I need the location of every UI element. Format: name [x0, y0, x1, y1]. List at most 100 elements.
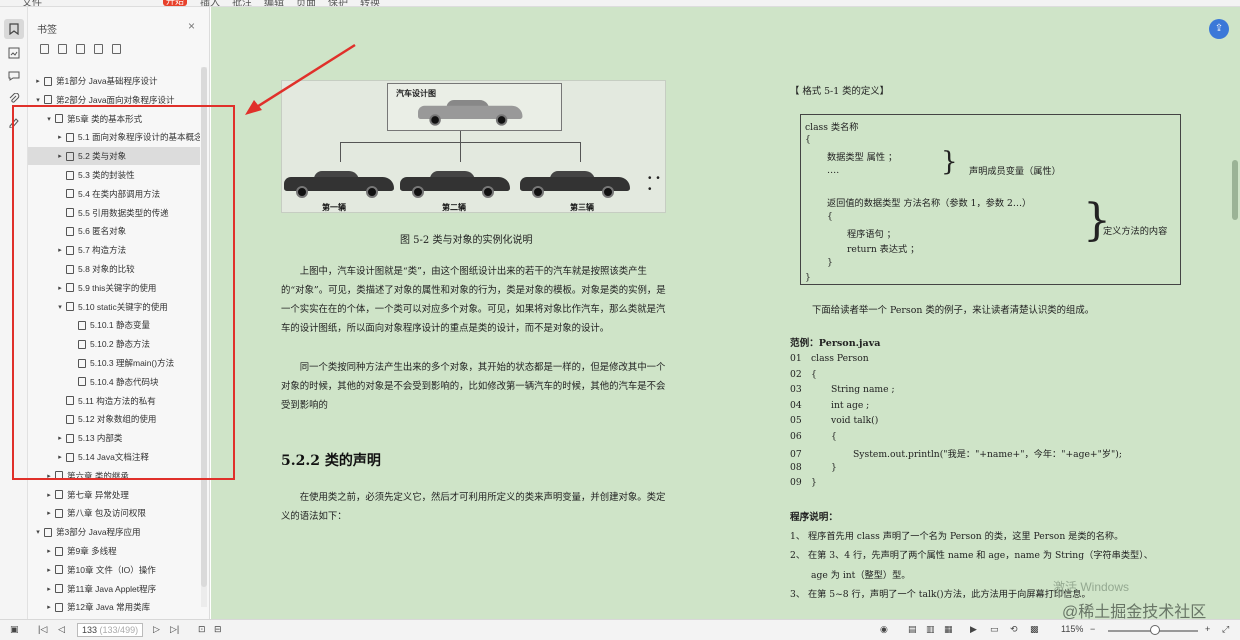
- code-text: void talk(): [831, 415, 879, 426]
- bookmark-page-icon: [55, 546, 63, 556]
- page-current: 133: [82, 625, 98, 635]
- code-text: class Person: [811, 353, 869, 364]
- page-number-field[interactable]: 133 (133/499): [77, 623, 143, 637]
- bookmark-icon[interactable]: [4, 19, 24, 39]
- bookmark-item[interactable]: ▸ 第八章 包及访问权限: [28, 504, 200, 522]
- bookmark-page-icon: [55, 602, 63, 612]
- bookmark-page-icon: [44, 76, 52, 86]
- collapsed-arrow-icon[interactable]: ▸: [45, 547, 53, 555]
- delete-bookmark-icon[interactable]: [76, 44, 85, 54]
- last-page-icon[interactable]: ▷|: [170, 624, 179, 635]
- bookmark-item[interactable]: ▸ 第1部分 Java基础程序设计: [28, 72, 200, 90]
- line-number: 04: [790, 399, 802, 411]
- line-number: 06: [790, 430, 802, 442]
- collapsed-arrow-icon[interactable]: ▸: [45, 603, 53, 611]
- bookmark-label: 第9章 多线程: [67, 546, 117, 556]
- bookmark-settings-icon[interactable]: [112, 44, 121, 54]
- bookmark-item[interactable]: ▸ 第10章 文件（IO）操作: [28, 561, 200, 579]
- code-text: }: [811, 477, 817, 488]
- menu-protect[interactable]: 保护: [328, 0, 348, 6]
- line-number: 09: [790, 477, 802, 488]
- annotation-arrow: [245, 43, 356, 115]
- collapsed-arrow-icon[interactable]: ▸: [34, 77, 42, 85]
- menu-file[interactable]: 文件: [22, 0, 42, 6]
- explanation-line: 3、 在第 5~8 行，声明了一个 talk()方法，此方法用于向屏幕打印信息。: [790, 589, 1091, 600]
- bookmark-label: 第八章 包及访问权限: [67, 508, 146, 519]
- bookmark-item[interactable]: ▸ 第12章 Java 常用类库: [28, 598, 200, 616]
- document-scrollbar[interactable]: [1232, 160, 1238, 220]
- code-line: 02 {: [790, 369, 817, 380]
- zoom-out-icon[interactable]: −: [1090, 624, 1095, 634]
- format-line: }: [805, 272, 811, 283]
- bookmark-item[interactable]: ▸ 第七章 异常处理: [28, 486, 200, 504]
- menu-insert[interactable]: 插入: [200, 0, 220, 6]
- bookmark-label: 第2部分 Java面向对象程序设计: [56, 94, 175, 105]
- bookmark-item[interactable]: ▸ 第9章 多线程: [28, 542, 200, 560]
- format-line: ….: [827, 165, 840, 176]
- play-icon[interactable]: ▶: [970, 624, 977, 635]
- format-line: {: [805, 134, 811, 145]
- zoom-level[interactable]: 115%: [1061, 624, 1083, 634]
- fit-page-icon[interactable]: ⊡: [198, 624, 206, 635]
- bookmark-page-icon: [55, 508, 63, 518]
- bookmark-flag-icon[interactable]: [94, 44, 103, 54]
- brace-2: }: [1083, 195, 1111, 246]
- sidebar-toggle-icon[interactable]: ▣: [10, 624, 19, 635]
- bookmark-label: 第12章 Java 常用类库: [67, 602, 151, 613]
- menu-start[interactable]: 开始: [163, 0, 187, 6]
- code-line: 08}: [790, 462, 837, 473]
- next-page-icon[interactable]: ▷: [153, 624, 160, 635]
- explanation-title: 程序说明：: [790, 512, 838, 523]
- menu-edit[interactable]: 编辑: [264, 0, 284, 6]
- zoom-in-icon[interactable]: +: [1205, 624, 1210, 634]
- fit-width-icon[interactable]: ⊟: [214, 624, 222, 635]
- car-design-box: 汽车设计图: [387, 83, 562, 131]
- floating-action-icon[interactable]: ⇪: [1209, 19, 1229, 39]
- continuous-icon[interactable]: ▦: [944, 624, 953, 635]
- code-line: 01 class Person: [790, 353, 869, 364]
- section-heading: 5.2.2 类的声明: [281, 453, 381, 469]
- collapsed-arrow-icon[interactable]: ▸: [45, 509, 53, 517]
- close-icon[interactable]: ×: [188, 19, 195, 33]
- bookmark-page-icon: [44, 527, 52, 537]
- double-page-icon[interactable]: ▥: [926, 624, 935, 635]
- zoom-slider-knob[interactable]: [1150, 625, 1160, 635]
- add-child-bookmark-icon[interactable]: [58, 44, 67, 54]
- rotate-icon[interactable]: ⟲: [1010, 624, 1018, 635]
- eye-mode-icon[interactable]: ◉: [880, 624, 888, 635]
- code-text: {: [811, 368, 817, 380]
- menu-page[interactable]: 页面: [296, 0, 316, 6]
- brace-label-1: 声明成员变量（属性）: [969, 166, 1061, 177]
- expanded-arrow-icon[interactable]: ▾: [34, 528, 42, 536]
- comment-icon[interactable]: [6, 68, 22, 84]
- prev-page-icon[interactable]: ◁: [58, 624, 65, 635]
- line-number: 07: [790, 449, 802, 460]
- bookmark-page-icon: [44, 95, 52, 105]
- expanded-arrow-icon[interactable]: ▾: [34, 96, 42, 104]
- collapsed-arrow-icon[interactable]: ▸: [45, 566, 53, 574]
- car-label-1: 第一辆: [322, 203, 346, 212]
- collapsed-arrow-icon[interactable]: ▸: [45, 491, 53, 499]
- bookmark-item[interactable]: ▸ 第11章 Java Applet程序: [28, 580, 200, 598]
- bookmark-page-icon: [55, 565, 63, 575]
- menu-annotate[interactable]: 批注: [232, 0, 252, 6]
- fullscreen-icon[interactable]: ⤢: [1222, 624, 1229, 635]
- menu-convert[interactable]: 转换: [360, 0, 380, 6]
- explanation-line: 1、 程序首先用 class 声明了一个名为 Person 的类，这里 Pers…: [790, 531, 1124, 542]
- grid-icon[interactable]: ▩: [1030, 624, 1039, 635]
- activate-windows-watermark: 激活 Windows: [1053, 580, 1130, 594]
- code-text: System.out.println("我是："+name+"，今年："+age…: [853, 449, 1122, 460]
- read-mode-icon[interactable]: ▭: [990, 624, 999, 635]
- first-page-icon[interactable]: |◁: [38, 624, 47, 635]
- figure-caption: 图 5-2 类与对象的实例化说明: [400, 235, 533, 246]
- bookmark-label: 第1部分 Java基础程序设计: [56, 76, 158, 86]
- add-bookmark-icon[interactable]: [40, 44, 49, 54]
- figure-ellipsis: • • •: [648, 173, 661, 195]
- bookmark-item[interactable]: ▾ 第3部分 Java程序应用: [28, 523, 200, 541]
- single-page-icon[interactable]: ▤: [908, 624, 917, 635]
- code-text: {: [831, 430, 837, 442]
- explanation-line: age 为 int（整型）型。: [811, 570, 911, 581]
- explanation-line: 2、 在第 3、4 行，先声明了两个属性 name 和 age，name 为 S…: [790, 550, 1153, 561]
- thumbnail-icon[interactable]: [6, 45, 22, 61]
- collapsed-arrow-icon[interactable]: ▸: [45, 585, 53, 593]
